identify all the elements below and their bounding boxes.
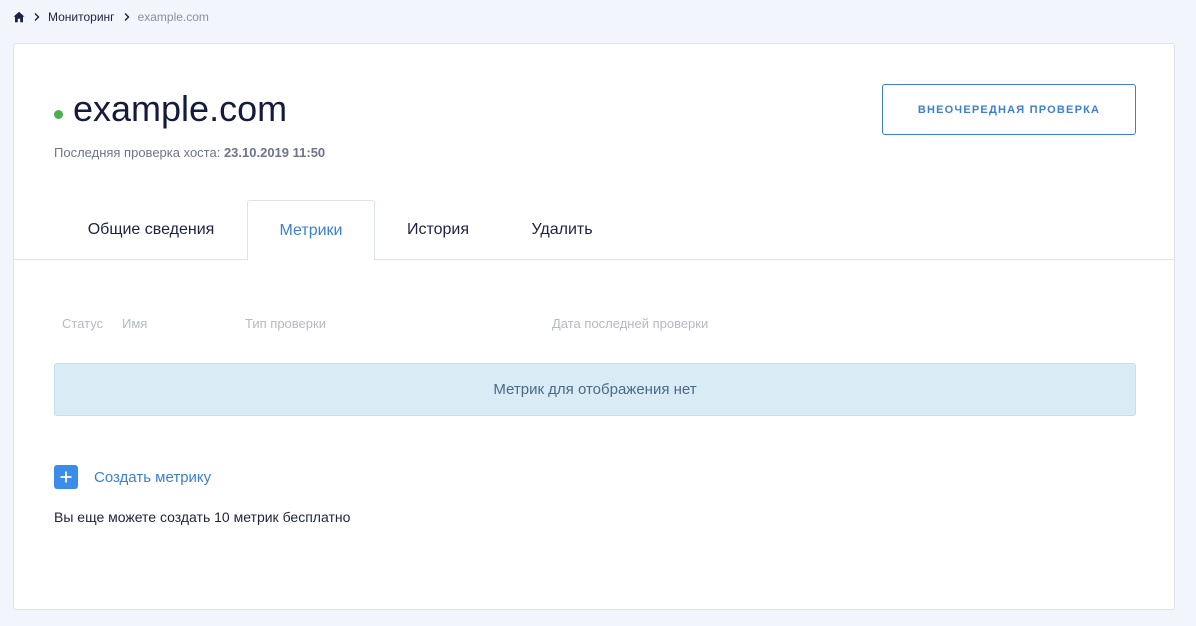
host-card: example.com Последняя проверка хоста: 23… bbox=[13, 43, 1175, 610]
column-header-check-type[interactable]: Тип проверки bbox=[245, 316, 326, 331]
column-header-last-check-date[interactable]: Дата последней проверки bbox=[552, 316, 708, 331]
breadcrumb-monitoring-link[interactable]: Мониторинг bbox=[48, 10, 115, 24]
breadcrumb: Мониторинг example.com bbox=[13, 8, 209, 26]
plus-icon[interactable] bbox=[54, 465, 78, 489]
home-icon[interactable] bbox=[13, 11, 25, 23]
create-metric-button[interactable]: Создать метрику bbox=[54, 465, 211, 489]
page-title: example.com bbox=[73, 88, 288, 129]
host-header: example.com bbox=[54, 88, 287, 130]
last-check-label: Последняя проверка хоста: bbox=[54, 145, 221, 160]
free-metrics-note: Вы еще можете создать 10 метрик бесплатн… bbox=[54, 509, 351, 525]
last-check-info: Последняя проверка хоста: 23.10.2019 11:… bbox=[54, 145, 325, 160]
tab-history[interactable]: История bbox=[389, 200, 487, 260]
tab-delete[interactable]: Удалить bbox=[516, 200, 608, 260]
tab-bar: Общие сведения Метрики История Удалить bbox=[14, 200, 1174, 261]
status-indicator bbox=[54, 109, 63, 119]
empty-metrics-message: Метрик для отображения нет bbox=[54, 363, 1136, 416]
create-metric-label[interactable]: Создать метрику bbox=[94, 469, 211, 486]
column-header-status[interactable]: Статус bbox=[62, 316, 103, 331]
chevron-right-icon bbox=[32, 12, 42, 22]
tab-general-info[interactable]: Общие сведения bbox=[76, 200, 226, 260]
last-check-value: 23.10.2019 11:50 bbox=[223, 145, 326, 160]
chevron-right-icon bbox=[122, 12, 132, 22]
column-header-name[interactable]: Имя bbox=[122, 316, 147, 331]
metrics-table-header: Статус Имя Тип проверки Дата последней п… bbox=[14, 316, 1174, 332]
breadcrumb-current: example.com bbox=[137, 10, 209, 24]
tab-metrics[interactable]: Метрики bbox=[247, 200, 375, 261]
extra-check-button[interactable]: ВНЕОЧЕРЕДНАЯ ПРОВЕРКА bbox=[882, 84, 1136, 135]
